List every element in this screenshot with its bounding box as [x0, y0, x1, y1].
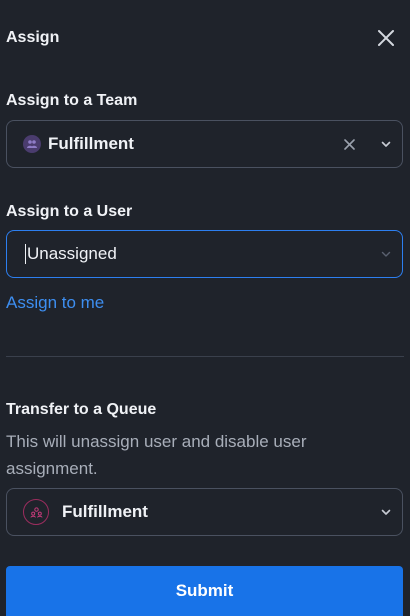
team-label: Assign to a Team — [6, 92, 138, 109]
team-clear-button[interactable] — [340, 135, 358, 153]
queue-icon — [23, 499, 49, 525]
team-icon — [23, 135, 41, 153]
queue-chevron-down-icon[interactable] — [378, 504, 394, 520]
queue-select[interactable]: Fulfillment — [6, 488, 403, 536]
queue-label: Transfer to a Queue — [6, 401, 157, 418]
close-icon — [378, 30, 394, 46]
team-select-value: Fulfillment — [48, 134, 134, 153]
section-divider — [6, 356, 404, 357]
user-select[interactable]: Unassigned — [6, 230, 403, 278]
panel-header: Assign — [6, 22, 400, 54]
user-chevron-down-icon[interactable] — [378, 246, 394, 262]
team-chevron-down-icon[interactable] — [378, 136, 394, 152]
submit-button[interactable]: Submit — [6, 566, 403, 616]
assign-to-me-link[interactable]: Assign to me — [6, 293, 104, 313]
panel-title: Assign — [6, 29, 60, 46]
clear-icon — [343, 138, 355, 150]
queue-select-value: Fulfillment — [62, 502, 148, 521]
close-button[interactable] — [372, 24, 400, 52]
user-select-value: Unassigned — [27, 244, 117, 263]
assign-panel: Assign Assign to a Team Fulfillment Assi… — [0, 0, 410, 616]
text-cursor — [25, 244, 26, 264]
team-select[interactable]: Fulfillment — [6, 120, 403, 168]
queue-description: This will unassign user and disable user… — [6, 432, 307, 478]
user-label: Assign to a User — [6, 203, 133, 220]
